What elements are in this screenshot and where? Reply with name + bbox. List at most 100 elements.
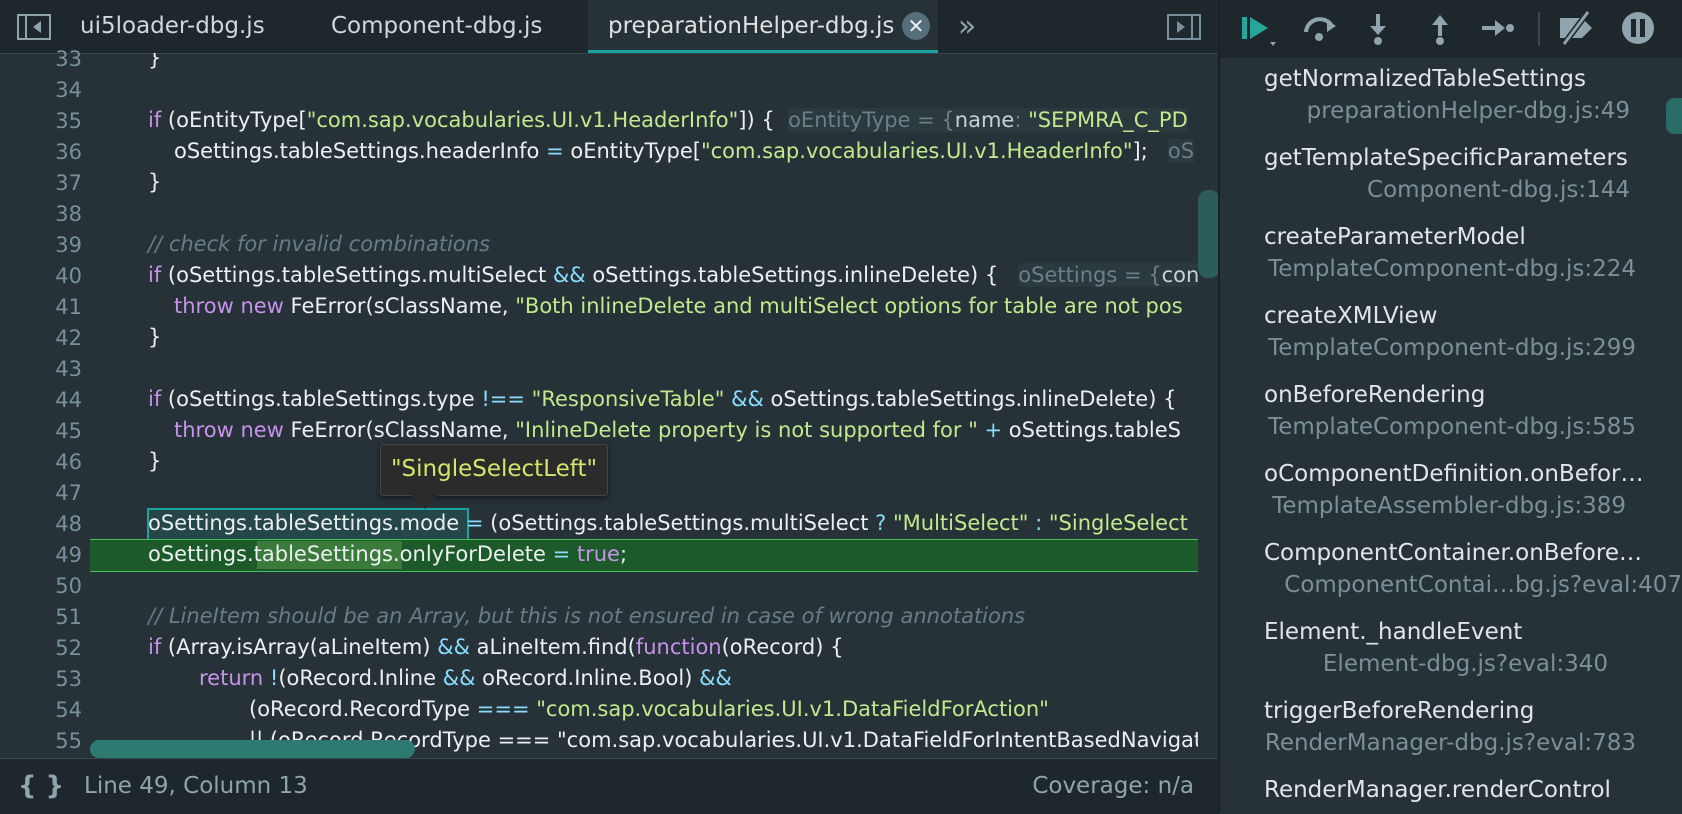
inline-value-hint[interactable]: oS [1167, 139, 1195, 163]
code-line-51: // LineItem should be an Array, but this… [90, 601, 1198, 632]
line-number[interactable]: 42 [2, 326, 82, 350]
code-token: (oRecord.RecordType [249, 697, 477, 721]
code-token: "SingleSelect [1048, 511, 1188, 535]
hint-key: name [954, 108, 1015, 132]
step-over-icon[interactable] [1300, 8, 1340, 48]
tab-overflow-icon[interactable]: » [952, 0, 982, 53]
line-number[interactable]: 40 [2, 264, 82, 288]
horizontal-scrollbar[interactable] [90, 740, 415, 758]
step-into-icon[interactable] [1358, 8, 1398, 48]
code-line-44: if (oSettings.tableSettings.type !== "Re… [90, 384, 1198, 415]
toggle-sidebar-left-icon[interactable] [14, 0, 54, 53]
line-number[interactable]: 47 [2, 481, 82, 505]
line-number[interactable]: 38 [2, 202, 82, 226]
frame-function-name: getTemplateSpecificParameters [1264, 145, 1628, 171]
tab-preparationhelper[interactable]: preparationHelper-dbg.js ✕ [588, 0, 938, 53]
call-stack-frame[interactable]: onBeforeRendering TemplateComponent-dbg.… [1220, 382, 1660, 456]
call-stack-frame[interactable]: createXMLView TemplateComponent-dbg.js:2… [1220, 303, 1660, 377]
line-number[interactable]: 53 [2, 667, 82, 691]
code-line-54: (oRecord.RecordType === "com.sap.vocabul… [90, 694, 1198, 725]
line-number[interactable]: 45 [2, 419, 82, 443]
line-number[interactable]: 37 [2, 171, 82, 195]
call-stack-frame[interactable]: getTemplateSpecificParameters Component-… [1220, 145, 1660, 219]
code-token: === [476, 697, 530, 721]
tab-ui5loader[interactable]: ui5loader-dbg.js [80, 0, 290, 53]
line-number[interactable]: 35 [2, 109, 82, 133]
vertical-scrollbar[interactable] [1198, 190, 1220, 278]
line-number[interactable]: 48 [2, 512, 82, 536]
step-icon[interactable] [1478, 8, 1518, 48]
line-number[interactable]: 51 [2, 605, 82, 629]
code-line-40: if (oSettings.tableSettings.multiSelect … [90, 260, 1198, 291]
line-number[interactable]: 34 [2, 78, 82, 102]
code-token: oEntityType[ [563, 139, 701, 163]
line-number[interactable]: 44 [2, 388, 82, 412]
call-stack-frame[interactable]: ComponentContainer.onBefore… ComponentCo… [1220, 540, 1682, 614]
frame-location: TemplateComponent-dbg.js:585 [1268, 414, 1636, 440]
sidebar-scrollbar[interactable] [1666, 98, 1682, 134]
frame-location: RenderManager-dbg.js?eval:783 [1264, 730, 1636, 756]
tab-label: Component-dbg.js [331, 13, 543, 39]
frame-location: ComponentContai…bg.js?eval:407 [1284, 572, 1682, 598]
line-number[interactable]: 43 [2, 357, 82, 381]
call-stack-frame[interactable]: RenderManager.renderControl [1220, 777, 1660, 813]
call-stack-frame[interactable]: triggerBeforeRendering RenderManager-dbg… [1220, 698, 1660, 772]
code-token: oRecord.Inline.Bool) [475, 666, 700, 690]
code-token: "ResponsiveTable" [531, 387, 725, 411]
code-token: (oSettings.tableSettings.multiSelect [490, 511, 876, 535]
code-token: oSettings.tableSettings.headerInfo [174, 139, 547, 163]
pause-on-exceptions-icon[interactable] [1618, 8, 1658, 48]
code-comment: // LineItem should be an Array, but this… [148, 604, 1026, 628]
step-out-icon[interactable] [1420, 8, 1460, 48]
call-stack-frame[interactable]: oComponentDefinition.onBefor… TemplateAs… [1220, 461, 1660, 535]
code-token: && [552, 263, 586, 287]
code-token: "com.sap.vocabularies.UI.v1.DataFieldFor… [536, 697, 1049, 721]
call-stack-frame[interactable]: getNormalizedTableSettings preparationHe… [1220, 66, 1660, 140]
line-number[interactable]: 50 [2, 574, 82, 598]
line-number[interactable]: 46 [2, 450, 82, 474]
code-token: throw [174, 294, 234, 318]
tab-component[interactable]: Component-dbg.js [331, 0, 571, 53]
inline-value-hint[interactable]: oSettings = {con [1018, 263, 1198, 287]
line-number[interactable]: 36 [2, 140, 82, 164]
line-number[interactable]: 41 [2, 295, 82, 319]
line-number[interactable]: 54 [2, 698, 82, 722]
line-number[interactable]: 55 [2, 729, 82, 753]
inline-value-hint[interactable]: oEntityType = {name: "SEPMRA_C_PD [788, 108, 1188, 132]
line-number[interactable]: 49 [2, 543, 82, 567]
code-line-46: } [90, 446, 1198, 477]
code-token: !== [481, 387, 525, 411]
pretty-print-icon[interactable]: { } [18, 759, 64, 814]
close-icon[interactable]: ✕ [902, 12, 930, 40]
code-token: ]) { [738, 108, 775, 132]
hint-text: oSettings = { [1018, 263, 1162, 287]
source-editor: ui5loader-dbg.js Component-dbg.js prepar… [0, 0, 1220, 814]
call-stack-frame[interactable]: Element._handleEvent Element-dbg.js?eval… [1220, 619, 1660, 693]
code-token: = [552, 542, 571, 566]
code-token: "com.sap.vocabularies.UI.v1.HeaderInfo" [306, 108, 739, 132]
code-token: if [148, 263, 162, 287]
frame-function-name: oComponentDefinition.onBefor… [1264, 461, 1644, 487]
code-token: } [148, 449, 162, 473]
call-stack-frame[interactable]: createParameterModel TemplateComponent-d… [1220, 224, 1660, 298]
line-number[interactable]: 33 [2, 47, 82, 71]
code-token: } [148, 170, 162, 194]
code-token: } [148, 325, 162, 349]
debugger-toolbar [1220, 0, 1682, 58]
code-area[interactable]: } if (oEntityType["com.sap.vocabularies.… [90, 53, 1198, 757]
frame-function-name: triggerBeforeRendering [1264, 698, 1535, 724]
line-number[interactable]: 39 [2, 233, 82, 257]
toggle-sidebar-right-icon[interactable] [1164, 0, 1204, 53]
line-number[interactable]: 52 [2, 636, 82, 660]
code-token: + [977, 418, 1009, 442]
resume-icon[interactable] [1238, 8, 1278, 48]
code-token: onlyForDelete [399, 542, 553, 566]
code-token: oSettings.tableS [1008, 418, 1181, 442]
coverage-status[interactable]: Coverage: n/a [1032, 759, 1194, 814]
frame-location: TemplateComponent-dbg.js:224 [1268, 256, 1636, 282]
deactivate-breakpoints-icon[interactable] [1556, 8, 1596, 48]
code-token: new [240, 294, 284, 318]
line-number-gutter[interactable]: 33 34 35 36 37 38 39 40 41 42 43 44 45 4… [0, 47, 90, 757]
